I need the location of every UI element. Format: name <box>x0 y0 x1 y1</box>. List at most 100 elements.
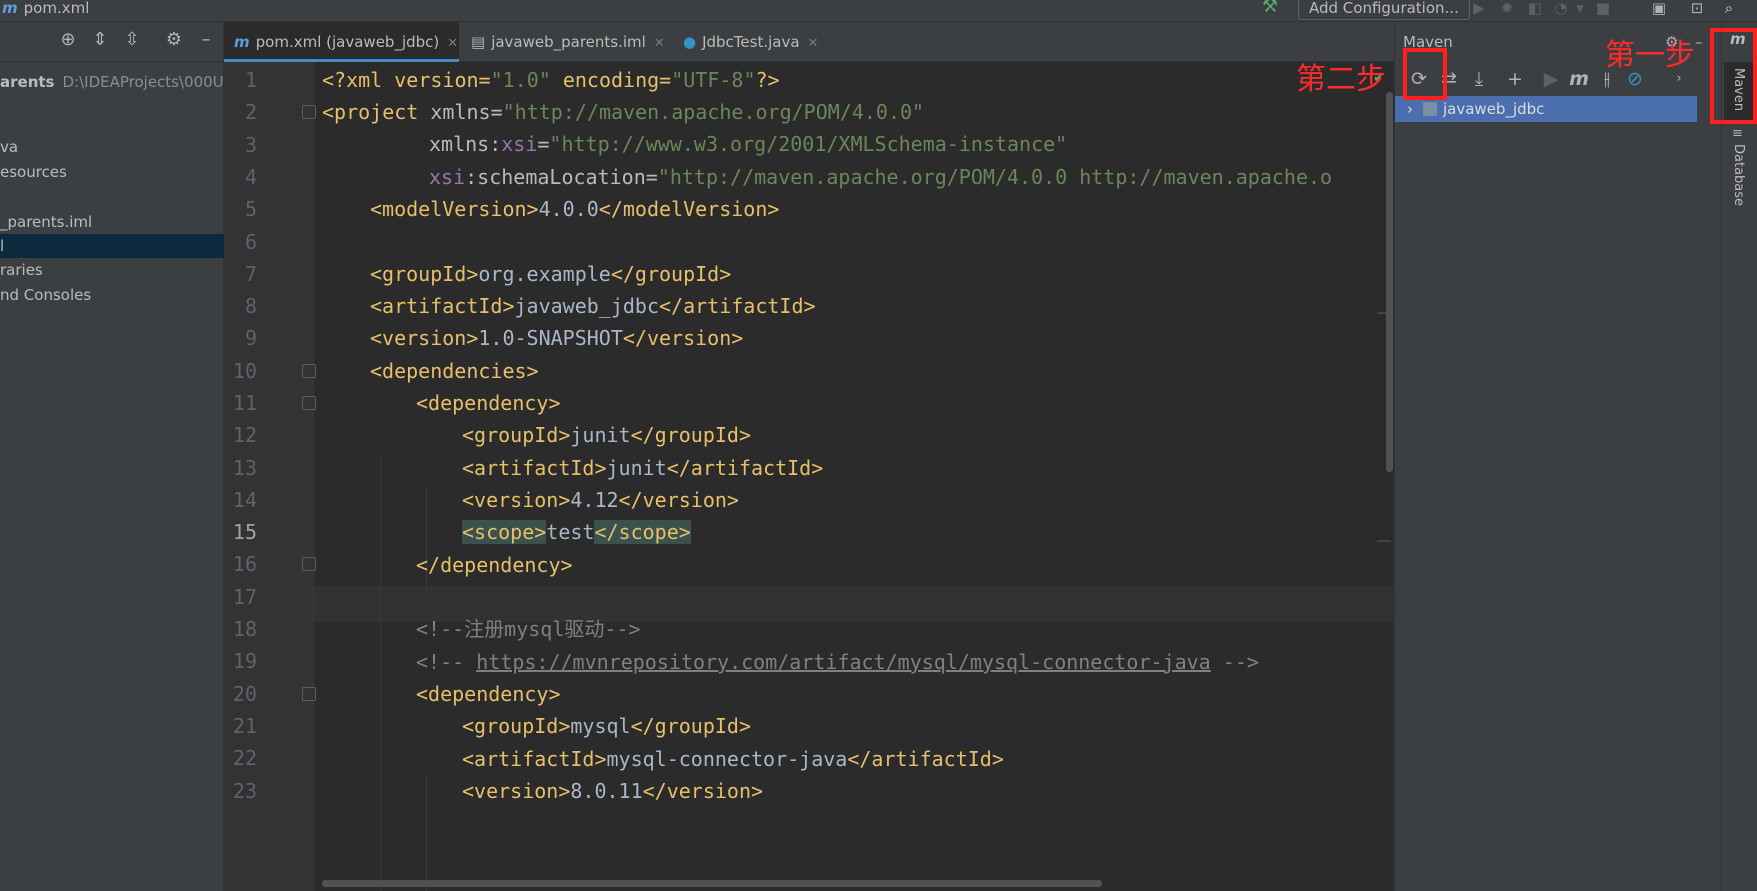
tab-label: pom.xml (javaweb_jdbc) <box>255 33 440 51</box>
breadcrumb[interactable]: m pom.xml <box>2 0 89 16</box>
indent-guide <box>380 454 381 891</box>
editor-tabs: m pom.xml (javaweb_jdbc) ✕ ▤ javaweb_parent… <box>224 22 1394 62</box>
fold-marker-icon[interactable] <box>302 557 316 571</box>
tab-jdbctest-java[interactable]: ● JdbcTest.java ✕ <box>673 22 843 62</box>
code-line-7: <groupId>org.example</groupId> <box>370 262 732 286</box>
maven-module-icon <box>1423 102 1437 116</box>
tab-javaweb-parents-iml[interactable]: ▤ javaweb_parents.iml ✕ <box>461 22 671 62</box>
close-icon[interactable]: ✕ <box>808 36 819 51</box>
step2-highlight-box <box>1403 48 1447 100</box>
line-number: 19 <box>232 649 257 673</box>
tree-item-pom-xml[interactable]: l <box>0 234 224 258</box>
line-number: 17 <box>232 585 257 609</box>
change-marker <box>1377 540 1391 542</box>
hide-panel-icon[interactable]: – <box>1695 22 1703 62</box>
coverage-icon[interactable]: ◧ <box>1526 0 1544 16</box>
line-number: 2 <box>244 100 257 124</box>
close-icon[interactable]: ✕ <box>654 36 665 51</box>
maven-panel: Maven ⚙ – ⟳ ⇄ ⤓ + ▶ m ⫲ ⊘ › › javaweb_jdb… <box>1394 22 1721 891</box>
project-toolbar: ⊕ ⇕ ⇳ ⚙ – <box>0 22 224 62</box>
line-number: 23 <box>232 779 257 803</box>
tree-item-scratches[interactable]: nd Consoles <box>0 283 224 307</box>
database-icon: ≡ <box>1732 126 1743 141</box>
fold-marker-icon[interactable] <box>302 364 316 378</box>
project-structure-icon[interactable]: ▣ <box>1650 0 1668 16</box>
line-number: 22 <box>232 746 257 770</box>
profile-icon[interactable]: ◔ <box>1552 0 1570 16</box>
maven-file-icon: m <box>2 0 18 17</box>
code-line-8: <artifactId>javaweb_jdbc</artifactId> <box>370 294 816 318</box>
horizontal-scrollbar[interactable] <box>322 880 1102 887</box>
stop-icon[interactable]: ■ <box>1594 0 1612 16</box>
terminal-icon[interactable]: ⊡ <box>1688 0 1706 16</box>
code-line-5: <modelVersion>4.0.0</modelVersion> <box>370 197 780 221</box>
tree-item-path: D:\IDEAProjects\000Use <box>62 73 224 91</box>
line-number: 1 <box>244 68 257 92</box>
execute-maven-goal-icon[interactable]: m <box>1567 67 1591 91</box>
line-number: 7 <box>244 262 257 286</box>
code-line-15: <scope>test</scope> <box>462 520 691 544</box>
line-number: 4 <box>244 165 257 189</box>
fold-marker-icon[interactable] <box>302 105 316 119</box>
add-configuration-button[interactable]: Add Configuration... <box>1298 0 1470 20</box>
code-line-10: <dependencies> <box>370 359 539 383</box>
run-maven-build-icon[interactable]: ▶ <box>1539 67 1563 91</box>
tree-item-java[interactable]: va <box>0 135 224 159</box>
title-bar: m pom.xml ⚒ Add Configuration... ▶ ✹ ◧ ◔ … <box>0 0 1757 22</box>
step1-annotation: 第一步 <box>1605 38 1695 73</box>
code-line-19: <!-- https://mvnrepository.com/artifact/… <box>416 650 1259 674</box>
line-number: 11 <box>232 391 257 415</box>
line-number: 12 <box>232 423 257 447</box>
close-icon[interactable]: ✕ <box>447 36 458 51</box>
java-class-icon: ● <box>683 33 697 51</box>
tab-label: JdbcTest.java <box>702 33 800 51</box>
expand-all-icon[interactable]: ⇕ <box>90 30 110 50</box>
step1-highlight-box <box>1710 28 1757 124</box>
line-number: 13 <box>232 456 257 480</box>
locate-file-icon[interactable]: ⊕ <box>58 30 78 50</box>
line-number: 9 <box>244 326 257 350</box>
code-line-4: xsi:schemaLocation="http://maven.apache.… <box>429 165 1333 189</box>
profile-dropdown-icon[interactable]: ▾ <box>1574 0 1586 16</box>
tree-item-label: esources <box>0 163 67 181</box>
line-number: 14 <box>232 488 257 512</box>
code-editor[interactable]: 1 2 3 4 5 6 7 8 9 10 11 12 13 14 15 16 17 18 19 20 21 22 23 <?… <box>224 62 1394 891</box>
line-number: 16 <box>232 552 257 576</box>
tab-pom-xml[interactable]: m pom.xml (javaweb_jdbc) ✕ <box>224 22 459 62</box>
build-hammer-icon[interactable]: ⚒ <box>1262 0 1280 17</box>
line-number: 15 <box>232 520 257 544</box>
project-panel: ⊕ ⇕ ⇳ ⚙ – arents D:\IDEAProjects\000Use v… <box>0 22 224 891</box>
run-icon[interactable]: ▶ <box>1470 0 1488 16</box>
tree-item-resources[interactable]: esources <box>0 160 224 184</box>
right-tool-stripe: m Maven ≡ Database <box>1721 22 1757 891</box>
search-icon[interactable]: ⌕ <box>1720 0 1738 16</box>
download-sources-icon[interactable]: ⤓ <box>1467 67 1491 91</box>
code-line-11: <dependency> <box>416 391 561 415</box>
step2-annotation: 第二步 <box>1296 62 1386 97</box>
add-maven-project-icon[interactable]: + <box>1503 67 1527 91</box>
vertical-scrollbar[interactable] <box>1386 92 1393 472</box>
tree-item-external-libraries[interactable]: raries <box>0 258 224 282</box>
code-line-23: <version>8.0.11</version> <box>462 779 764 803</box>
line-number: 5 <box>244 197 257 221</box>
collapse-all-icon[interactable]: ⇳ <box>122 30 142 50</box>
tree-item-label: l <box>0 237 5 255</box>
code-line-18: <!--注册mysql驱动--> <box>416 617 641 641</box>
code-line-22: <artifactId>mysql-connector-java</artifa… <box>462 747 1004 771</box>
code-line-3: xmlns:xsi="http://www.w3.org/2001/XMLSch… <box>429 132 1068 156</box>
indent-guide <box>426 776 427 891</box>
mvnrepository-link[interactable]: https://mvnrepository.com/artifact/mysql… <box>476 650 1211 674</box>
code-line-13: <artifactId>junit</artifactId> <box>462 456 824 480</box>
fold-marker-icon[interactable] <box>302 396 316 410</box>
tree-item-project-root[interactable]: arents D:\IDEAProjects\000Use <box>0 70 224 94</box>
gear-icon[interactable]: ⚙ <box>164 30 184 50</box>
maven-file-icon: m <box>234 33 250 51</box>
tree-item-label: nd Consoles <box>0 286 92 304</box>
database-tool-button[interactable]: Database <box>1731 144 1746 206</box>
fold-marker-icon[interactable] <box>302 687 316 701</box>
hide-panel-icon[interactable]: – <box>196 30 216 50</box>
chevron-right-icon[interactable]: › <box>1407 100 1413 118</box>
tree-item-parents-iml[interactable]: _parents.iml <box>0 210 224 234</box>
debug-icon[interactable]: ✹ <box>1498 0 1516 16</box>
code-line-1: <?xml version="1.0" encoding="UTF-8"?> <box>322 68 780 92</box>
